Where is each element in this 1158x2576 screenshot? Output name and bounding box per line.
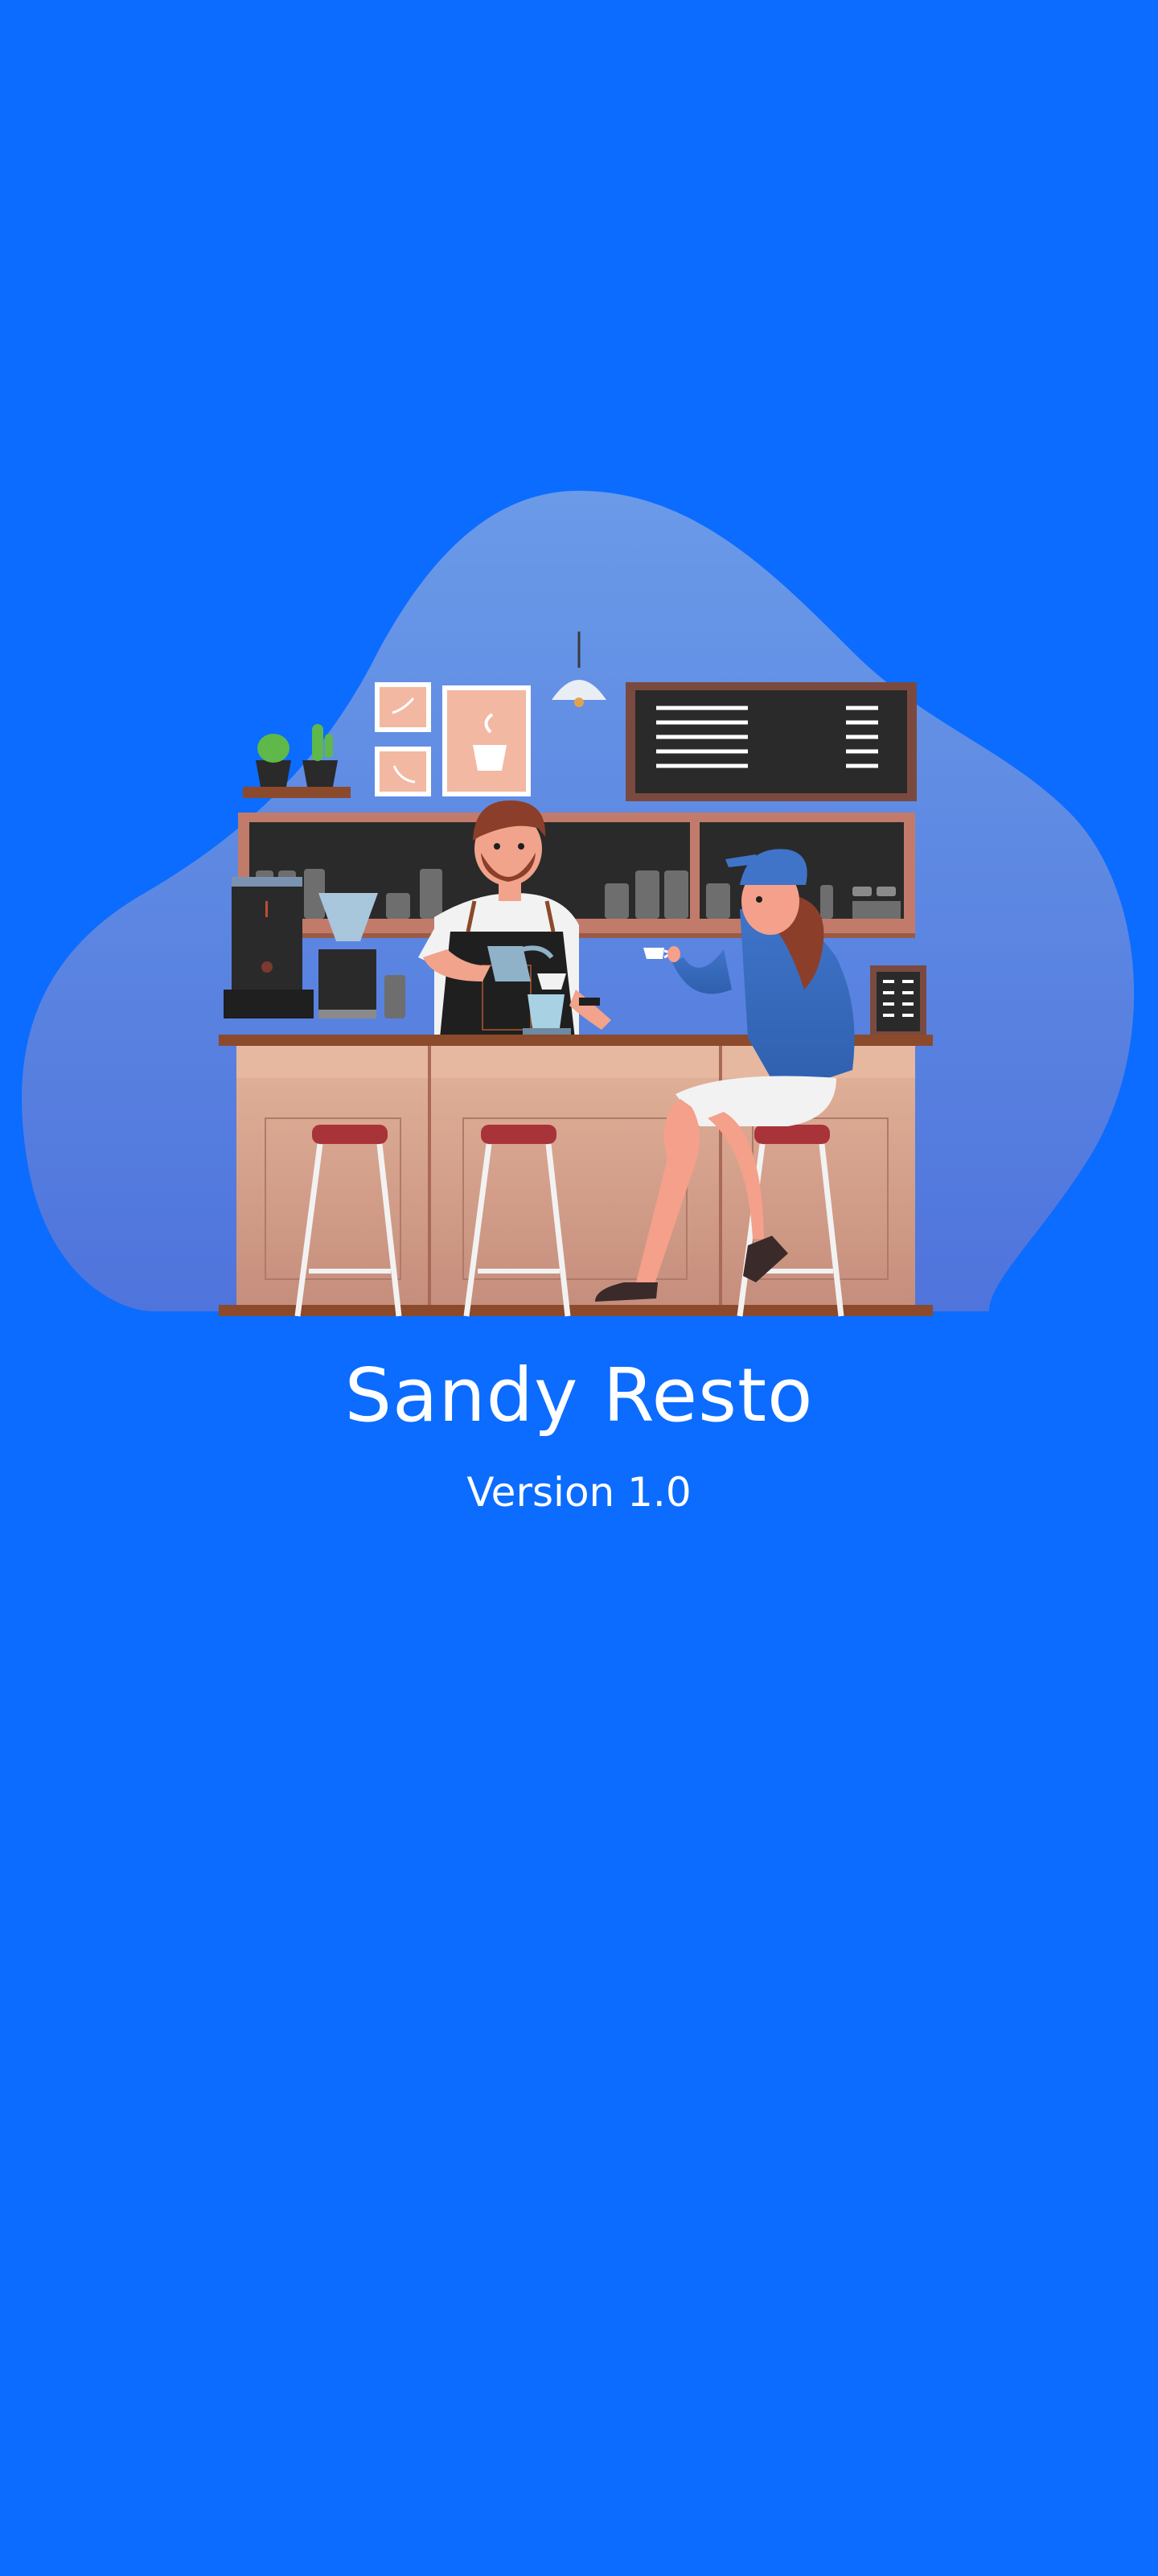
app-version-label: Version 1.0 <box>466 1469 692 1516</box>
menu-stand <box>870 965 926 1038</box>
espresso-machine <box>224 877 314 1018</box>
chalkboard-menu <box>626 682 917 801</box>
cafe-illustration <box>22 491 1135 1317</box>
app-title: Sandy Resto <box>344 1352 814 1438</box>
splash-screen: Sandy Resto Version 1.0 <box>0 0 1158 2576</box>
